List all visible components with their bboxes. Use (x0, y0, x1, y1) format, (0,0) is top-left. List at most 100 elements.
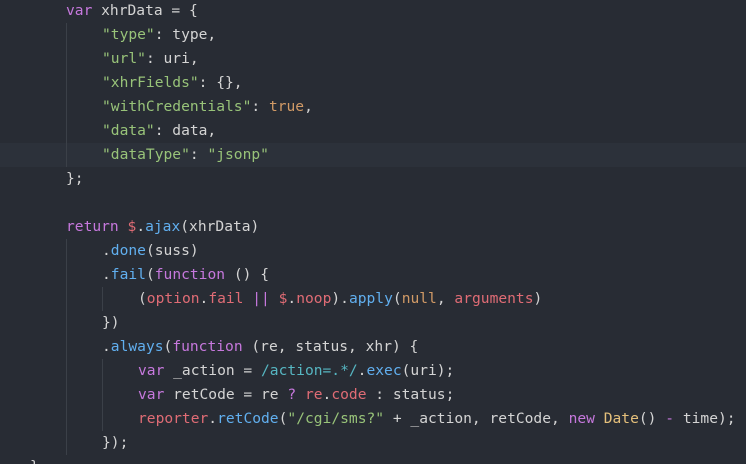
code-text: "xhrFields": {}, (102, 71, 243, 95)
code-token-plain: , (436, 290, 455, 307)
indent-guide (66, 23, 67, 47)
code-token-function: apply (348, 290, 393, 307)
code-text: }) (102, 311, 120, 335)
code-token-class: Date (603, 410, 639, 427)
code-text: var _action = /action=.*/.exec(uri); (138, 359, 454, 383)
code-token-plain: ) (533, 290, 543, 307)
code-token-plain: : (251, 98, 269, 115)
code-text: .fail(function () { (102, 263, 269, 287)
code-token-plain: . (102, 266, 111, 283)
code-token-function: ajax (145, 218, 181, 235)
code-token-string: "/cgi/sms?" (287, 410, 385, 427)
indent-guide (66, 383, 67, 407)
indent-guide (66, 287, 67, 311)
code-line[interactable]: var xhrData = { (0, 0, 746, 23)
code-token-variable: re (304, 386, 323, 403)
code-line[interactable]: (option.fail || $.noop).apply(null, argu… (0, 287, 746, 311)
code-line[interactable]: } (0, 455, 746, 464)
code-token-variable: code (331, 386, 367, 403)
code-line[interactable]: "xhrFields": {}, (0, 71, 746, 95)
code-token-keyword: var (138, 386, 165, 403)
code-line[interactable]: }) (0, 311, 746, 335)
code-token-variable: fail (208, 290, 244, 307)
code-token-function: retCode (217, 410, 279, 427)
code-token-plain: ( (138, 290, 147, 307)
code-token-function: done (110, 242, 146, 259)
code-line[interactable]: }; (0, 167, 746, 191)
code-token-keyword: ? (287, 386, 297, 403)
code-text: .always(function (re, status, xhr) { (102, 335, 418, 359)
indent-guide (66, 47, 67, 71)
code-line[interactable] (0, 191, 746, 215)
code-token-operator: /action=.*/ (261, 362, 358, 379)
code-text: reporter.retCode("/cgi/sms?" + _action, … (138, 407, 736, 431)
code-token-plain: _action = (164, 362, 262, 379)
code-text: var xhrData = { (66, 0, 198, 23)
code-token-plain: . (208, 410, 218, 427)
code-text: }); (102, 431, 128, 455)
code-line[interactable]: }); (0, 431, 746, 455)
indent-guide (66, 239, 67, 263)
code-line[interactable]: reporter.retCode("/cgi/sms?" + _action, … (0, 407, 746, 431)
code-token-string: "withCredentials" (102, 98, 252, 115)
code-token-plain: . (102, 242, 111, 259)
code-text: "dataType": "jsonp" (102, 143, 269, 167)
code-token-function: fail (110, 266, 146, 283)
indent-guide (66, 143, 67, 167)
code-line[interactable]: return $.ajax(xhrData) (0, 215, 746, 239)
code-token-keyword: function (154, 266, 226, 283)
code-token-plain: } (30, 458, 39, 464)
code-token-plain: time); (674, 410, 736, 427)
code-line[interactable]: .done(suss) (0, 239, 746, 263)
code-token-variable: reporter (138, 410, 209, 427)
code-token-string: "data" (102, 122, 155, 139)
indent-guide (102, 359, 103, 383)
code-token-plain: (xhrData) (180, 218, 260, 235)
code-editor[interactable]: var xhrData = {"type": type, "url": uri, "… (0, 0, 746, 464)
code-token-variable: option (146, 290, 200, 307)
code-token-keyword: - (665, 410, 675, 427)
indent-guide (66, 311, 67, 335)
code-token-plain: }; (66, 170, 84, 187)
code-token-plain: ( (145, 266, 155, 283)
code-token-plain: . (102, 338, 111, 355)
code-line[interactable]: .fail(function () { (0, 263, 746, 287)
code-token-variable: arguments (454, 290, 534, 307)
code-text: "type": type, (102, 23, 216, 47)
code-token-variable: noop (296, 290, 332, 307)
code-token-plain: ). (331, 290, 349, 307)
code-line[interactable]: var _action = /action=.*/.exec(uri); (0, 359, 746, 383)
code-token-plain: (suss) (145, 242, 199, 259)
code-text: return $.ajax(xhrData) (66, 215, 259, 239)
code-token-plain: ( (163, 338, 173, 355)
code-token-string: "type" (102, 26, 155, 43)
code-token-plain: }) (102, 314, 120, 331)
code-line[interactable]: var retCode = re ? re.code : status; (0, 383, 746, 407)
code-text: .done(suss) (102, 239, 199, 263)
code-line[interactable]: "withCredentials": true, (0, 95, 746, 119)
indent-guide (102, 287, 103, 311)
code-token-function: exec (366, 362, 402, 379)
code-text: "withCredentials": true, (102, 95, 313, 119)
code-line[interactable]: .always(function (re, status, xhr) { (0, 335, 746, 359)
code-token-plain: : (189, 146, 208, 163)
indent-guide (66, 359, 67, 383)
code-token-function: always (110, 338, 164, 355)
code-line[interactable]: "dataType": "jsonp" (0, 143, 746, 167)
code-line[interactable]: "type": type, (0, 23, 746, 47)
code-text: "url": uri, (102, 47, 199, 71)
code-line[interactable]: "url": uri, (0, 47, 746, 71)
indent-guide (66, 95, 67, 119)
code-line[interactable]: "data": data, (0, 119, 746, 143)
code-token-plain: , (304, 98, 313, 115)
code-token-plain: . (136, 218, 146, 235)
code-token-keyword: return (66, 218, 119, 235)
code-token-string: "jsonp" (207, 146, 269, 163)
indent-guide (66, 431, 67, 455)
code-token-plain: () (638, 410, 666, 427)
code-token-plain: xhrData = { (92, 2, 198, 19)
code-text: var retCode = re ? re.code : status; (138, 383, 454, 407)
code-text: "data": data, (102, 119, 216, 143)
